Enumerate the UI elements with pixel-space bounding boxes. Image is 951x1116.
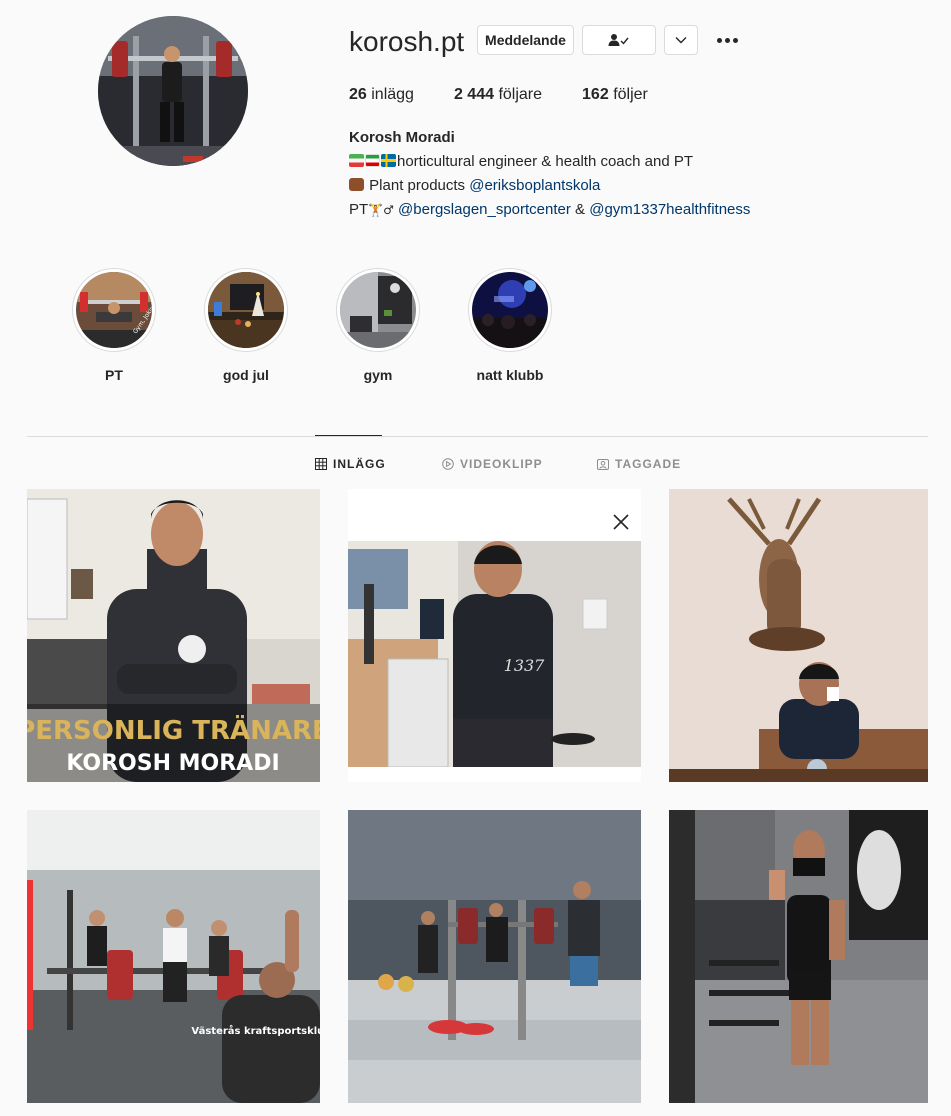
more-options-icon[interactable] [712, 28, 742, 52]
following-stat[interactable]: 162 följer [582, 85, 648, 105]
highlight-label: gym [363, 367, 393, 383]
post-tile[interactable]: 1337 [348, 489, 641, 782]
highlight-pt[interactable]: Gym, Joking PT [71, 268, 157, 384]
briefcase-emoji-icon [349, 178, 364, 191]
profile-username: korosh.pt [349, 26, 465, 57]
eriksboplantskola-link[interactable]: @eriksboplantskola [469, 177, 600, 194]
post-image [669, 489, 928, 782]
play-icon [442, 458, 454, 470]
tab-tagged[interactable]: TAGGADE [597, 456, 681, 472]
bio-line-3: PT🏋♂ @bergslagen_sportcenter & @gym1337h… [349, 201, 751, 218]
profile-full-name: Korosh Moradi [349, 129, 455, 146]
post-image: Västerås kraftsportsklubb [27, 810, 320, 1103]
profile-bio: Korosh Moradi horticultural engineer & h… [349, 126, 750, 222]
post-shirt-text: Västerås kraftsportsklubb [191, 1024, 320, 1037]
tab-videos[interactable]: VIDEOKLIPP [442, 456, 543, 472]
message-button[interactable]: Meddelande [477, 25, 574, 55]
highlight-god-jul[interactable]: god jul [203, 268, 289, 384]
post-image [669, 810, 928, 1103]
grid-icon [315, 458, 327, 470]
active-tab-indicator [315, 435, 382, 436]
bio-line-2: Plant products @eriksboplantskola [349, 174, 750, 198]
bio-line-1: horticultural engineer & health coach an… [349, 150, 750, 174]
highlight-label: god jul [223, 367, 269, 383]
post-tile[interactable]: PERSONLIG TRÄNARE KOROSH MORADI [27, 489, 320, 782]
tabs-divider [27, 436, 928, 437]
highlight-gym[interactable]: gym [335, 268, 421, 384]
sweden-flag-icon [381, 154, 396, 167]
profile-avatar[interactable] [98, 16, 248, 166]
post-tile[interactable] [669, 489, 928, 782]
highlight-label: PT [105, 367, 123, 383]
highlight-natt-klubb[interactable]: natt klubb [467, 268, 553, 384]
post-overlay-title: PERSONLIG TRÄNARE [27, 714, 320, 746]
chevron-down-icon [675, 37, 687, 44]
post-tile[interactable] [669, 810, 928, 1103]
weightlifter-emoji-icon: 🏋♂ [368, 203, 394, 217]
tag-icon [597, 459, 609, 470]
followers-stat[interactable]: 2 444 följare [454, 85, 542, 105]
suggestions-dropdown-button[interactable] [664, 25, 698, 55]
highlight-pt-cover: Gym, Joking [76, 272, 152, 348]
iran-flag-icon [365, 154, 380, 167]
post-image: 1337 [348, 489, 641, 782]
profile-stats: 26 inlägg 2 444 följare 162 följer [349, 85, 688, 105]
highlight-gym-cover [340, 272, 416, 348]
post-image: PERSONLIG TRÄNARE KOROSH MORADI [27, 489, 320, 782]
avatar-gym-photo [98, 16, 248, 166]
tab-posts[interactable]: INLÄGG [315, 456, 386, 472]
posts-stat: 26 inlägg [349, 86, 414, 103]
post-tile[interactable] [348, 810, 641, 1103]
gym1337-link[interactable]: @gym1337healthfitness [589, 201, 750, 218]
highlight-natt-klubb-cover [472, 272, 548, 348]
following-button[interactable] [582, 25, 656, 55]
highlight-god-jul-cover [208, 272, 284, 348]
highlight-label: natt klubb [476, 367, 544, 383]
person-check-icon [608, 34, 629, 46]
post-shirt-text: 1337 [504, 656, 546, 675]
bergslagen-sportcenter-link[interactable]: @bergslagen_sportcenter [398, 201, 571, 218]
post-tile[interactable]: Västerås kraftsportsklubb [27, 810, 320, 1103]
post-image [348, 810, 641, 1103]
post-overlay-name: KOROSH MORADI [66, 751, 279, 776]
book-emoji-icon [349, 154, 364, 167]
